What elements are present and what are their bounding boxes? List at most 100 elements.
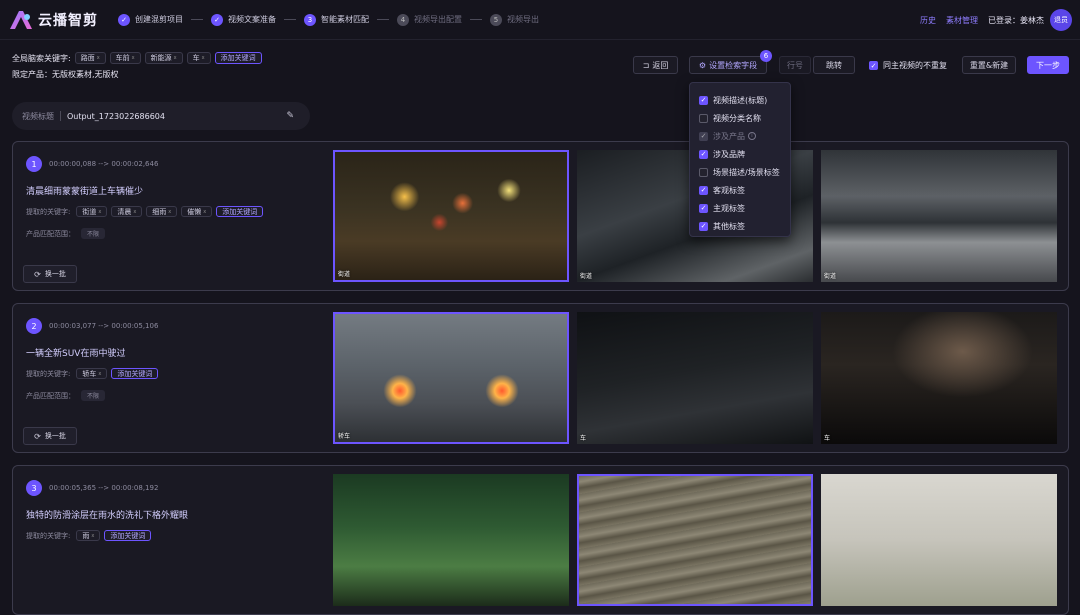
avatar[interactable]: 退员 (1050, 9, 1072, 31)
keyword-tag[interactable]: 清晨 x (111, 206, 143, 217)
keyword-tag[interactable]: 雨x (76, 530, 101, 541)
search-fields-button[interactable]: ⚙ 设置检索字段 (689, 56, 767, 74)
app-name: 云播智剪 (38, 12, 98, 29)
video-title-label: 视频标题 (22, 111, 54, 121)
global-keyword-tag[interactable]: 车x (186, 52, 211, 64)
clip-thumbnail[interactable]: 街道 (333, 150, 569, 282)
step-label: 智能素材匹配 (321, 15, 369, 24)
checkbox-icon: ✓ (699, 185, 708, 195)
segment-caption: 独特的防滑涂层在雨水的洗礼下格外耀眼 (26, 511, 189, 521)
global-keyword-tag[interactable]: 新能源 x (144, 52, 183, 64)
clip-thumbnail[interactable] (333, 474, 569, 606)
clip-thumbnail[interactable]: 车 (577, 312, 813, 444)
step-marker: ✓ (211, 13, 223, 26)
assets-link[interactable]: 素材管理 (946, 15, 978, 26)
edit-icon[interactable]: ✎ (286, 111, 294, 121)
segment-time: 00:00:03,077 --> 00:00:05,106 (49, 322, 159, 330)
close-icon[interactable]: x (91, 533, 94, 539)
checkbox-icon: ✓ (869, 61, 878, 70)
segment-card: 2 00:00:03,077 --> 00:00:05,106 一辆全新SUV在… (12, 303, 1069, 453)
segment-keywords: 提取的关键字: 轿车 x 添加关键词 (26, 368, 159, 379)
close-icon[interactable]: x (132, 55, 135, 61)
product-limit: 限定产品：无版权素材,无版权 (12, 70, 119, 79)
clip-label: 街道 (824, 273, 837, 280)
reset-new-button[interactable]: 重置&新建 (962, 56, 1016, 74)
step-2: ✓ 视频文案准备 (211, 13, 276, 26)
clip-thumbnail[interactable] (577, 474, 813, 606)
clip-label: 轿车 (338, 433, 351, 440)
keyword-tag[interactable]: 催懒 x (181, 206, 213, 217)
clip-label: 街道 (580, 273, 593, 280)
close-icon[interactable]: x (203, 209, 206, 215)
step-marker: ✓ (118, 13, 130, 26)
search-fields-dropdown: ✓ 视频描述(标题) 视频分类名称 ✓ 涉及产品 i ✓ 涉及品牌 场景描述/场景标签 ✓ 客观标签… (689, 82, 791, 237)
step-marker: 4 (397, 13, 409, 26)
jump-button[interactable]: 跳转 (813, 56, 855, 74)
range-value: 不限 (81, 390, 106, 401)
keyword-tag[interactable]: 街道 x (76, 206, 108, 217)
keyword-tag[interactable]: 轿车 x (76, 368, 108, 379)
checkbox-icon: ✓ (699, 203, 708, 213)
gear-icon: ⚙ (698, 60, 707, 70)
field-option[interactable]: ✓ 其他标签 (699, 217, 781, 235)
product-range: 产品匹配范围： 不限 (26, 228, 106, 239)
field-option[interactable]: 场景描述/场景标签 (699, 163, 781, 181)
swap-batch-button[interactable]: ⟳ 换一批 (23, 427, 77, 445)
close-icon[interactable]: x (202, 55, 205, 61)
top-right: 历史 素材管理 已登录：姜林杰 退员 (920, 9, 1072, 31)
step-progress: ✓ 创建混剪项目 ✓ 视频文案准备 3 智能素材匹配 4 视频导出配置 5 视频导出 (118, 13, 539, 26)
add-keyword-button[interactable]: 添加关键词 (111, 368, 159, 379)
next-step-button[interactable]: 下一步 (1027, 56, 1069, 74)
close-icon[interactable]: x (133, 209, 136, 215)
clip-thumbnail[interactable]: 车 (821, 312, 1057, 444)
back-icon: ⊐ (642, 60, 650, 70)
step-label: 视频导出配置 (414, 15, 462, 24)
refresh-icon: ⟳ (34, 269, 41, 279)
global-keyword-tag[interactable]: 车前 x (109, 52, 141, 64)
global-keyword-list: 路面 x 车前 x 新能源 x 车 x (71, 52, 211, 64)
step-label: 创建混剪项目 (135, 15, 183, 24)
segment-number: 3 (26, 480, 42, 496)
step-4: 4 视频导出配置 (397, 13, 462, 26)
field-option[interactable]: ✓ 客观标签 (699, 181, 781, 199)
video-title-value: Output_1723022686604 (67, 111, 165, 121)
checkbox-icon (699, 113, 708, 123)
step-1: ✓ 创建混剪项目 (118, 13, 183, 26)
user-label: 已登录：姜林杰 (988, 15, 1044, 25)
back-button[interactable]: ⊐ 返回 (633, 56, 678, 74)
clip-thumbnail[interactable]: 街道 (821, 150, 1057, 282)
field-option[interactable]: ✓ 视频描述(标题) (699, 91, 781, 109)
clip-thumbnail[interactable]: 轿车 (333, 312, 569, 444)
clip-thumbnail[interactable] (821, 474, 1057, 606)
video-title-field[interactable]: 视频标题 Output_1723022686604 ✎ (12, 102, 310, 130)
segment-keywords: 提取的关键字: 雨 x 添加关键词 (26, 530, 152, 541)
clip-label: 车 (824, 435, 831, 442)
add-keyword-button[interactable]: 添加关键词 (104, 530, 152, 541)
field-option[interactable]: ✓ 主观标签 (699, 199, 781, 217)
segment-time: 00:00:05,365 --> 00:00:08,192 (49, 484, 159, 492)
field-option[interactable]: 视频分类名称 (699, 109, 781, 127)
close-icon[interactable]: x (168, 209, 171, 215)
swap-batch-button[interactable]: ⟳ 换一批 (23, 265, 77, 283)
add-keyword-button[interactable]: 添加关键词 (216, 206, 264, 217)
close-icon[interactable]: x (97, 55, 100, 61)
history-link[interactable]: 历史 (920, 15, 936, 26)
segment-keywords: 提取的关键字: 街道 x 清晨 x 细雨 x 催懒 x 添加关键词 (26, 206, 264, 217)
global-keyword-tag[interactable]: 路面 x (74, 52, 106, 64)
close-icon[interactable]: x (174, 55, 177, 61)
fields-count-badge: 6 (760, 50, 772, 62)
close-icon[interactable]: x (98, 209, 101, 215)
add-global-keyword-button[interactable]: 添加关键词 (214, 52, 262, 64)
checkbox-icon: ✓ (699, 221, 708, 231)
row-number-input[interactable]: 行号 (779, 56, 811, 74)
keyword-tag[interactable]: 细雨 x (146, 206, 178, 217)
checkbox-icon: ✓ (699, 149, 708, 159)
product-range: 产品匹配范围： 不限 (26, 390, 106, 401)
segment-number: 2 (26, 318, 42, 334)
field-option[interactable]: ✓ 涉及品牌 (699, 145, 781, 163)
step-label: 视频导出 (507, 15, 539, 24)
segment-card: 3 00:00:05,365 --> 00:00:08,192 独特的防滑涂层在… (12, 465, 1069, 615)
no-duplicate-toggle[interactable]: ✓ 同主视频的不重复 (869, 60, 947, 71)
checkbox-icon (699, 167, 708, 177)
close-icon[interactable]: x (98, 371, 101, 377)
